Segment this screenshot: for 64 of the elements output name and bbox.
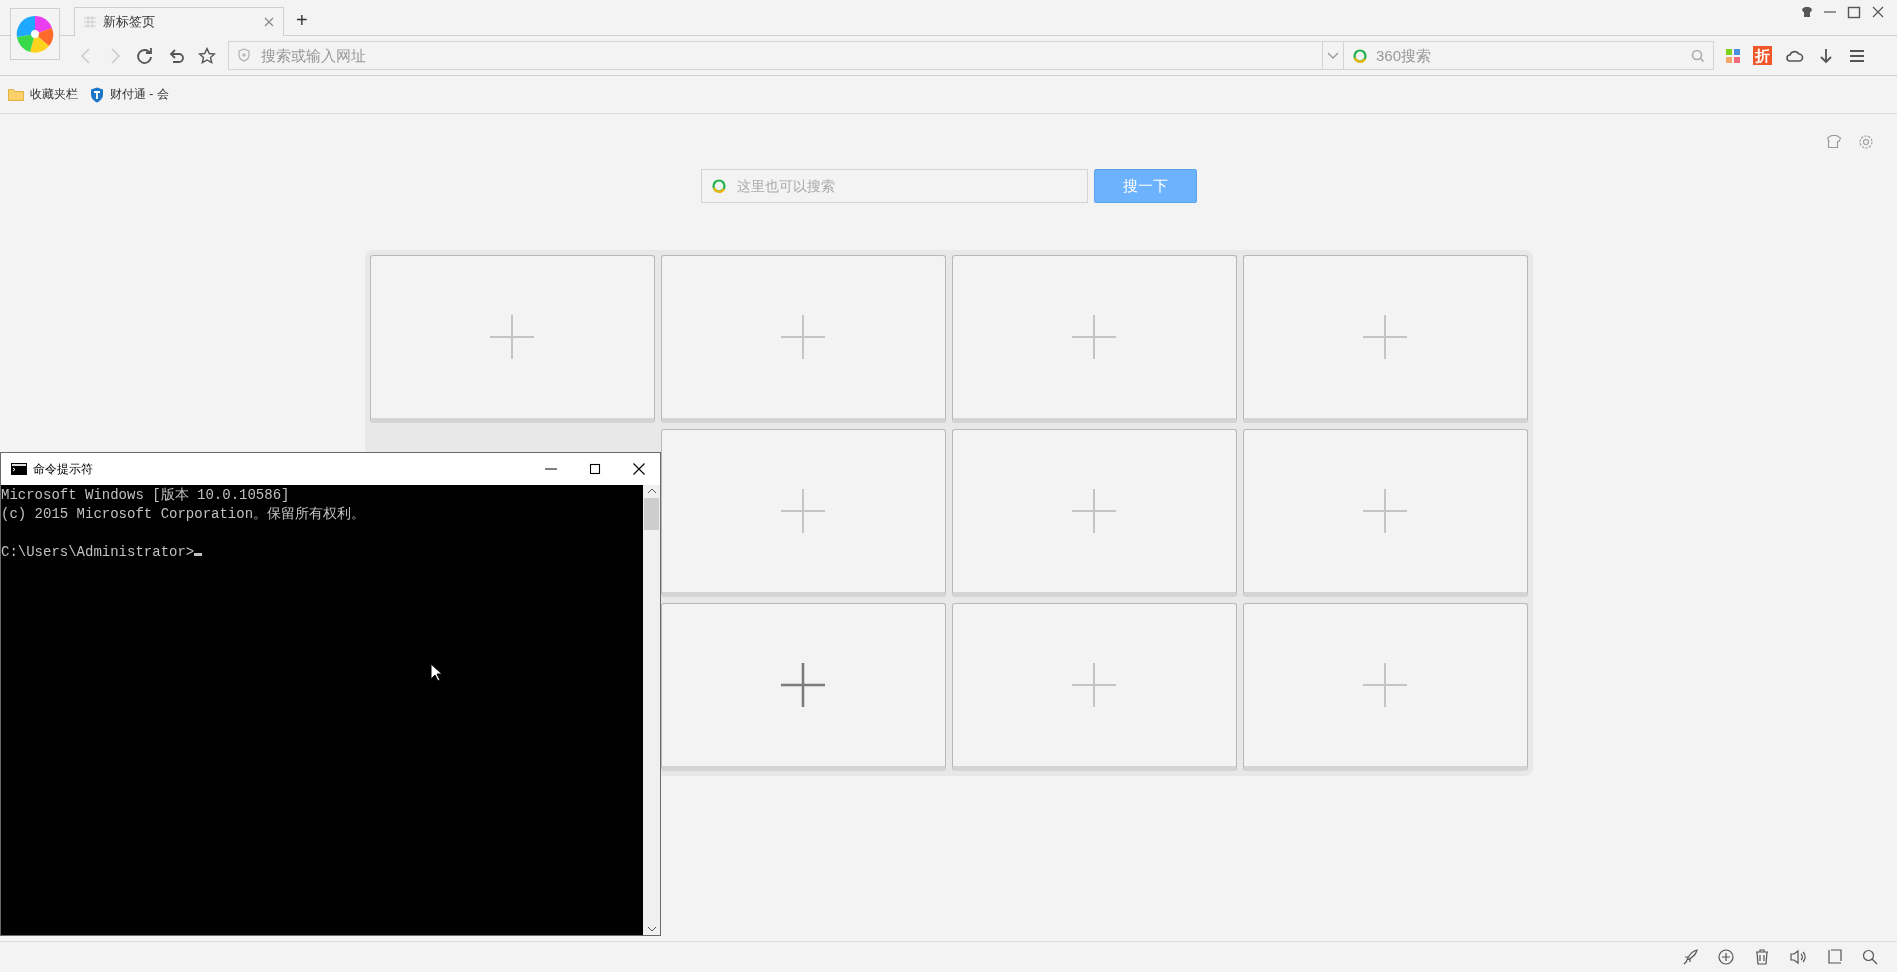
address-field[interactable]: 搜索或输入网址 bbox=[228, 41, 1344, 70]
reload-icon[interactable] bbox=[136, 46, 154, 65]
plus-icon bbox=[780, 662, 826, 708]
search-engine-logo-icon bbox=[710, 178, 727, 194]
shield-icon bbox=[237, 48, 251, 63]
trash-icon[interactable] bbox=[1753, 948, 1771, 966]
add-site-tile[interactable] bbox=[951, 429, 1237, 597]
command-prompt: C:\Users\Administrator> bbox=[1, 543, 195, 562]
tab-title: 新标签页 bbox=[103, 13, 156, 31]
download-icon[interactable] bbox=[1817, 46, 1835, 65]
settings-icon[interactable] bbox=[1858, 134, 1874, 150]
search-engine-logo-icon bbox=[1352, 47, 1368, 64]
add-site-tile[interactable] bbox=[660, 255, 946, 423]
bookmark-item[interactable]: 收藏夹栏 bbox=[8, 86, 78, 103]
scrollbar-thumb[interactable] bbox=[644, 498, 659, 530]
search-field[interactable]: 这里也可以搜索 bbox=[700, 169, 1088, 203]
scroll-up-icon[interactable] bbox=[646, 488, 657, 494]
plus-icon bbox=[780, 314, 826, 360]
star-icon[interactable] bbox=[198, 46, 216, 65]
add-site-tile[interactable] bbox=[1242, 603, 1528, 771]
maximize-icon[interactable] bbox=[1847, 5, 1861, 19]
add-site-tile[interactable] bbox=[1242, 255, 1528, 423]
search-input[interactable]: 这里也可以搜索 bbox=[734, 177, 1087, 195]
plus-icon bbox=[1071, 488, 1117, 534]
undo-icon[interactable] bbox=[167, 46, 185, 65]
apps-grid-icon[interactable] bbox=[1726, 48, 1740, 63]
close-icon[interactable] bbox=[1871, 5, 1885, 19]
plus-icon bbox=[780, 488, 826, 534]
plus-icon bbox=[1071, 662, 1117, 708]
plus-icon bbox=[1362, 314, 1408, 360]
speaker-icon[interactable] bbox=[1789, 948, 1807, 966]
search-input[interactable]: 360搜索 bbox=[1374, 46, 1685, 65]
console-line: Microsoft Windows [版本 10.0.10586] bbox=[1, 486, 291, 505]
search-icon[interactable] bbox=[1861, 948, 1879, 966]
add-site-tile[interactable] bbox=[660, 429, 946, 597]
add-site-tile[interactable] bbox=[1242, 429, 1528, 597]
console-icon bbox=[11, 463, 27, 475]
window-icon[interactable] bbox=[1825, 948, 1843, 966]
add-site-tile[interactable] bbox=[951, 255, 1237, 423]
plus-icon bbox=[1071, 314, 1117, 360]
add-site-tile[interactable] bbox=[369, 255, 655, 423]
scroll-down-icon[interactable] bbox=[646, 926, 657, 932]
mouse-pointer-icon bbox=[430, 663, 442, 682]
bookmark-item[interactable]: 财付通 - 会 bbox=[90, 86, 169, 103]
scrollbar[interactable] bbox=[643, 485, 660, 935]
plus-icon bbox=[1362, 488, 1408, 534]
address-input[interactable]: 搜索或输入网址 bbox=[259, 46, 1314, 65]
add-site-tile[interactable] bbox=[660, 603, 946, 771]
shield-icon bbox=[90, 86, 104, 103]
browser-tab[interactable]: 新标签页 bbox=[74, 7, 284, 36]
browser-logo-icon[interactable] bbox=[10, 8, 60, 60]
console-line: (c) 2015 Microsoft Corporation。保留所有权利。 bbox=[1, 505, 367, 524]
page-icon bbox=[83, 15, 97, 29]
text-cursor bbox=[194, 553, 203, 556]
plus-icon bbox=[489, 314, 535, 360]
folder-icon bbox=[8, 88, 24, 101]
shirt-icon[interactable] bbox=[1801, 6, 1813, 18]
search-field[interactable]: 360搜索 bbox=[1344, 41, 1714, 70]
maximize-icon[interactable] bbox=[588, 462, 602, 476]
plus-icon bbox=[1362, 662, 1408, 708]
window-title: 命令提示符 bbox=[33, 460, 93, 478]
add-site-tile[interactable] bbox=[951, 603, 1237, 771]
new-tab-button[interactable]: + bbox=[290, 9, 314, 32]
close-icon[interactable] bbox=[632, 462, 646, 476]
